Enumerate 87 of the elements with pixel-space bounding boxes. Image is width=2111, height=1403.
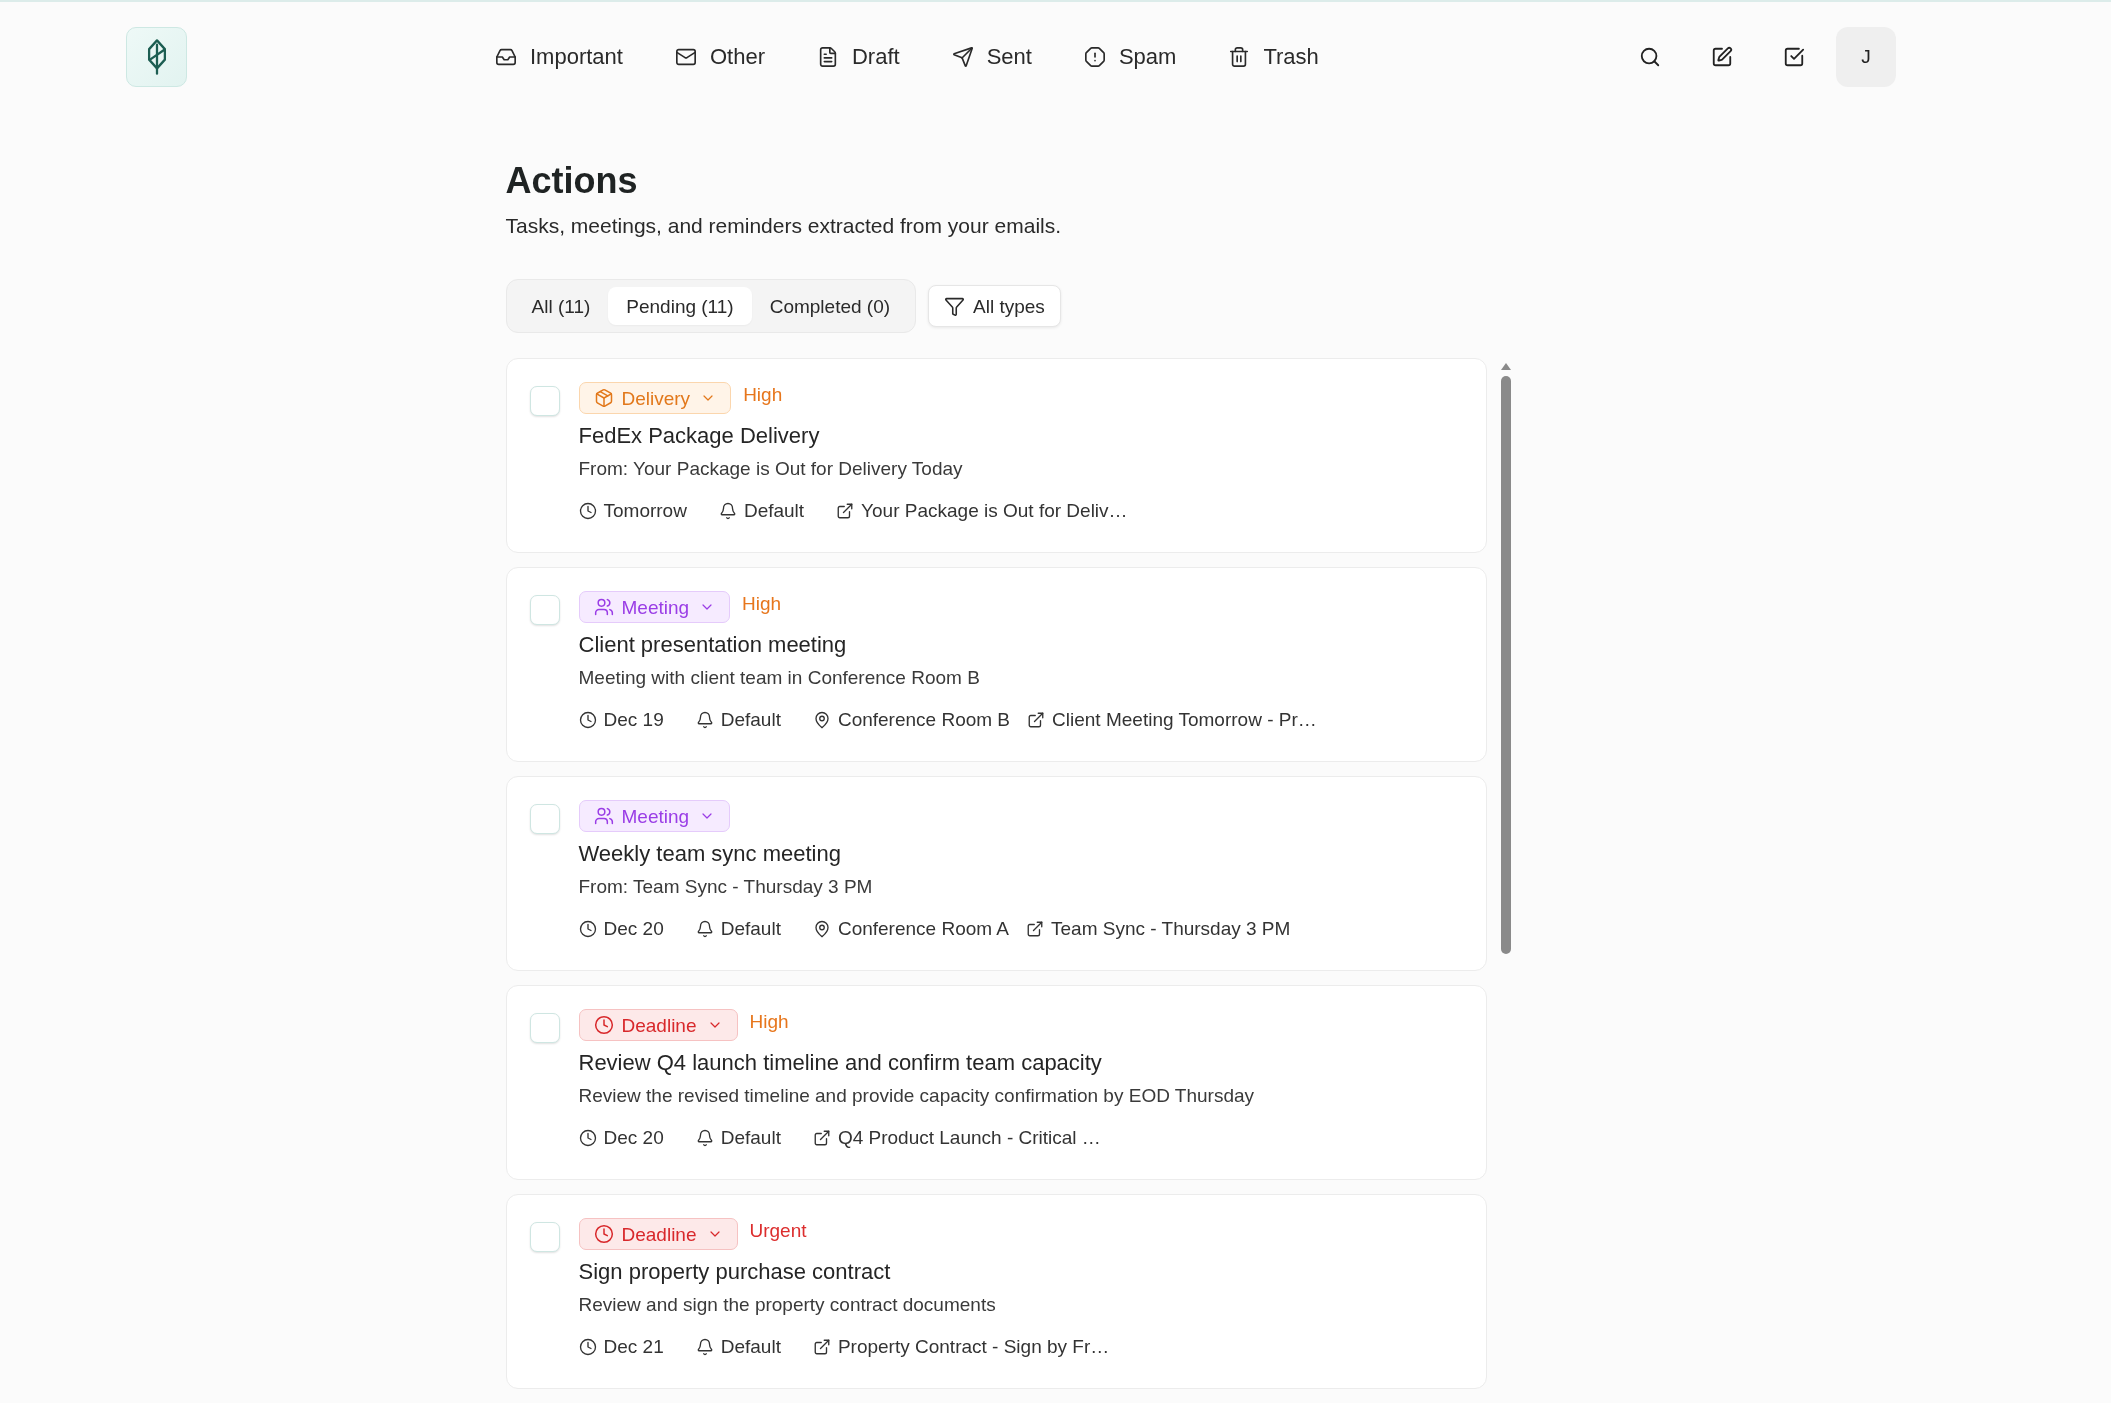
filter-tab[interactable]: Pending (11) [608,287,752,325]
bell-icon [695,1129,714,1147]
source-email-link[interactable]: Property Contract - Sign by Fr… [837,1334,1110,1360]
priority-label: High [742,592,782,616]
clock-icon [578,1338,597,1356]
bell-icon [695,711,714,729]
type-dropdown[interactable]: Deadline [578,1218,738,1250]
external-link-icon [812,1338,831,1356]
reminder-setting: Default [743,499,805,523]
clock-icon [593,1224,614,1244]
source-email-link[interactable]: Team Sync - Thursday 3 PM [1051,916,1291,942]
due-date: Dec 21 [603,1335,664,1359]
bell-icon [695,920,714,938]
reminder-setting: Default [720,917,781,941]
map-pin-icon [812,711,831,729]
type-filter-button[interactable]: All types [928,285,1061,327]
filter-tab[interactable]: All (11) [513,287,609,325]
nav-item[interactable]: Trash [1215,35,1332,79]
bell-icon [718,502,737,520]
source-email-link[interactable]: Your Package is Out for Deliv… [861,498,1128,524]
bell-icon [695,1338,714,1356]
logo-icon[interactable] [126,27,187,87]
action-description: From: Your Package is Out for Delivery Today [578,457,964,481]
nav-item[interactable]: Draft [803,35,913,79]
action-title: Sign property purchase contract [578,1258,892,1286]
due-date: Dec 20 [603,917,664,941]
reminder-setting: Default [720,1335,781,1359]
envelope-icon [674,46,697,68]
people-icon [593,597,614,617]
people-icon [593,806,614,826]
action-description: Review and sign the property contract documents [578,1293,997,1317]
external-link-icon [1026,920,1044,938]
nav-item[interactable]: Other [661,35,778,79]
search-icon [1639,46,1661,68]
external-link-icon [1027,711,1046,729]
clock-icon [578,711,597,729]
due-date: Dec 19 [603,708,664,732]
checkbox[interactable] [529,804,560,834]
clock-icon [578,1129,597,1147]
page-title: Actions [505,159,639,203]
map-pin-icon [812,920,831,938]
action-description: Meeting with client team in Conference Room B [578,666,981,690]
package-icon [593,388,614,408]
scroll-up-icon[interactable] [1500,363,1511,370]
filter-tab[interactable]: Completed (0) [751,287,909,325]
due-date: Dec 20 [603,1126,664,1150]
location-text: Conference Room A [837,917,1009,941]
external-link-icon [812,1129,831,1147]
trash-icon [1228,46,1251,68]
due-date: Tomorrow [603,499,687,523]
checkbox[interactable] [529,386,560,416]
type-dropdown[interactable]: Meeting [578,591,731,623]
tray-icon [495,46,517,68]
external-link-icon [836,502,855,520]
action-title: Weekly team sync meeting [578,840,842,868]
reminder-setting: Default [720,708,781,732]
clock-icon [578,502,597,520]
page-subtitle: Tasks, meetings, and reminders extracted from your emails. [505,213,1063,239]
location-text: Conference Room B [837,708,1011,732]
scrollbar-thumb[interactable] [1500,376,1511,954]
action-title: FedEx Package Delivery [578,422,821,450]
action-description: From: Team Sync - Thursday 3 PM [578,875,874,899]
type-dropdown[interactable]: Meeting [578,800,731,832]
user-avatar[interactable]: J [1836,27,1896,87]
clock-icon [593,1015,614,1035]
tick-square-icon [1783,46,1805,68]
priority-label: Urgent [749,1219,807,1243]
checkbox[interactable] [529,1222,560,1252]
source-email-link[interactable]: Client Meeting Tomorrow - Pr… [1052,707,1317,733]
reminder-setting: Default [720,1126,781,1150]
action-description: Review the revised timeline and provide capacity confirmation by EOD Thursday [578,1084,1255,1108]
paper-plane-icon [951,46,974,68]
clock-icon [578,920,597,938]
priority-label: High [743,383,783,407]
nav-item[interactable]: Sent [938,35,1045,79]
type-dropdown[interactable]: Deadline [578,1009,738,1041]
action-title: Client presentation meeting [578,631,848,659]
nav-item[interactable]: Important [482,35,636,79]
pencil-square-icon [1711,46,1733,68]
source-email-link[interactable]: Q4 Product Launch - Critical … [837,1125,1101,1151]
funnel-icon [944,295,966,317]
checkbox[interactable] [529,1013,560,1043]
nav-item[interactable]: Spam [1070,35,1190,79]
octagon-alert-icon [1083,46,1106,68]
action-title: Review Q4 launch timeline and confirm team capacity [578,1049,1103,1077]
checkbox[interactable] [529,595,560,625]
priority-label: High [749,1010,789,1034]
